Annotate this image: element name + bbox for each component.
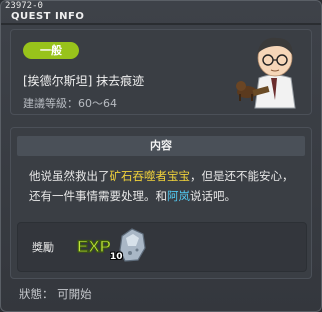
quest-content-panel: 内容 他说虽然救出了矿石吞噬者宝宝，但是还不能安心，还有一件事情需要处理。和阿岚… (10, 127, 312, 279)
quest-description: 他说虽然救出了矿石吞噬者宝宝，但是还不能安心，还有一件事情需要处理。和阿岚说话吧… (29, 166, 299, 206)
quest-status: 狀態： 可開始 (19, 287, 92, 301)
title-divider (1, 23, 321, 25)
quest-id: 23972-0 (5, 1, 43, 11)
reward-label: 獎勵 (32, 241, 54, 254)
quest-info-window: 23972-0 QUEST INFO 一般 [挨德尔斯坦] 抹去痕迹 建議等級：… (0, 0, 322, 312)
exp-icon: EXP (76, 236, 110, 256)
desc-highlight-monster: 矿石吞噬者宝宝 (109, 169, 191, 183)
window-title: QUEST INFO (11, 11, 85, 22)
quest-name: [挨德尔斯坦] 抹去痕迹 (23, 74, 145, 88)
desc-text-1: 他说虽然救出了 (29, 169, 110, 183)
exp-label: EXP (77, 237, 110, 256)
quest-type-badge: 一般 (23, 42, 79, 59)
npc-portrait-icon (236, 37, 296, 109)
content-header: 内容 (17, 136, 305, 156)
quest-level-range: 建議等級：60～64 (23, 97, 117, 110)
item-count: 10 (110, 252, 123, 262)
quest-header-panel: 一般 [挨德尔斯坦] 抹去痕迹 建議等級：60～64 (10, 29, 312, 115)
desc-text-3: 说话吧。 (190, 189, 236, 203)
reward-box: 獎勵 EXP 10 (17, 222, 307, 272)
desc-highlight-npc: 阿岚 (167, 189, 190, 203)
